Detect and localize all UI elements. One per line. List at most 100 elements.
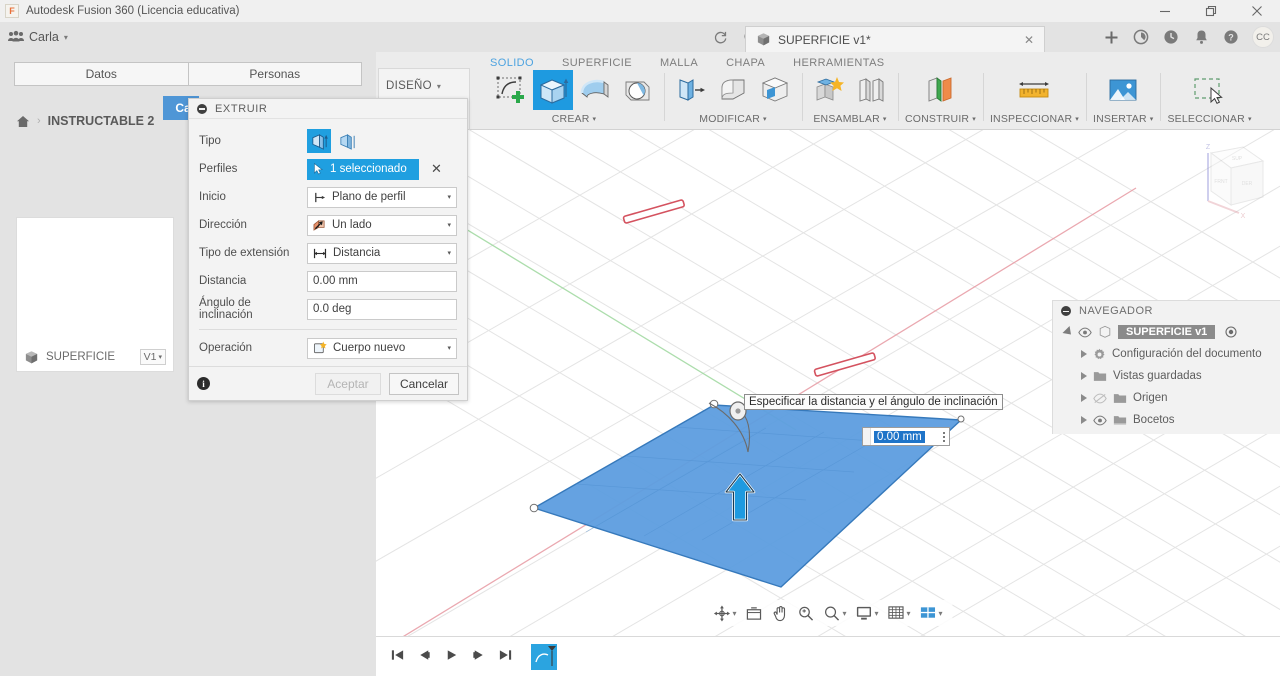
extrude-profile-icon[interactable] bbox=[307, 129, 331, 153]
collapse-icon[interactable] bbox=[197, 103, 207, 114]
navigator-item-superficie[interactable]: SUPERFICIE v1 bbox=[1053, 321, 1280, 343]
grid-snaps-icon[interactable]: ▾ bbox=[884, 605, 915, 621]
3d-viewport[interactable]: SUP FRNT DER Z X NAVEGADOR SUPERFICIE v1… bbox=[376, 130, 1280, 636]
expander-closed-icon[interactable] bbox=[1081, 372, 1087, 380]
job-status-icon[interactable] bbox=[1126, 22, 1156, 52]
view-front-icon[interactable] bbox=[741, 606, 766, 621]
chevron-down-icon: ▾ bbox=[592, 116, 597, 123]
distancia-input[interactable]: 0.00 mm bbox=[307, 270, 457, 292]
document-tab-superficie[interactable]: SUPERFICIE v1* ✕ bbox=[745, 26, 1045, 52]
orbit-icon[interactable]: ▾ bbox=[709, 604, 740, 622]
ribbon-group-ensamblar-label[interactable]: ENSAMBLAR ▾ bbox=[813, 113, 886, 125]
fillet-icon[interactable] bbox=[713, 70, 753, 110]
expander-closed-icon[interactable] bbox=[1081, 416, 1087, 424]
play-icon[interactable] bbox=[444, 648, 459, 665]
row-angulo: Ángulo de inclinación 0.0 deg bbox=[199, 295, 457, 323]
breadcrumb-project[interactable]: INSTRUCTABLE 2 bbox=[48, 114, 155, 128]
sweep-icon[interactable] bbox=[617, 70, 657, 110]
expander-closed-icon[interactable] bbox=[1081, 394, 1087, 402]
restore-icon[interactable] bbox=[1188, 0, 1234, 22]
more-options-icon[interactable] bbox=[938, 428, 950, 445]
recent-icon[interactable] bbox=[1156, 22, 1186, 52]
ribbon-group-insertar-label[interactable]: INSERTAR ▾ bbox=[1093, 113, 1153, 125]
collapse-icon[interactable] bbox=[1061, 306, 1071, 316]
tab-herramientas-label: HERRAMIENTAS bbox=[793, 57, 885, 69]
expander-open-icon[interactable] bbox=[1062, 325, 1075, 339]
shell-icon[interactable] bbox=[755, 70, 795, 110]
new-component-icon[interactable] bbox=[809, 70, 849, 110]
press-pull-icon[interactable] bbox=[671, 70, 711, 110]
timeline-feature-marker[interactable] bbox=[531, 643, 557, 670]
skip-end-icon[interactable] bbox=[498, 648, 513, 665]
tab-solido[interactable]: SOLIDO bbox=[476, 55, 548, 71]
inicio-dropdown[interactable]: Plano de perfil ▾ bbox=[307, 186, 457, 208]
navigator-item-configuracion[interactable]: Configuración del documento bbox=[1053, 343, 1280, 365]
construction-plane-icon[interactable] bbox=[920, 70, 960, 110]
tab-herramientas[interactable]: HERRAMIENTAS bbox=[779, 55, 898, 71]
extension-dropdown[interactable]: Distancia ▾ bbox=[307, 242, 457, 264]
close-icon[interactable]: ✕ bbox=[1024, 33, 1034, 47]
viewports-icon[interactable]: ▾ bbox=[916, 605, 947, 621]
distance-icon bbox=[313, 248, 327, 258]
aceptar-button[interactable]: Aceptar bbox=[314, 372, 381, 395]
help-icon[interactable]: ? bbox=[1216, 22, 1246, 52]
joint-icon[interactable] bbox=[851, 70, 891, 110]
expander-closed-icon[interactable] bbox=[1081, 350, 1087, 358]
eye-hidden-icon[interactable] bbox=[1093, 393, 1107, 404]
create-sketch-icon[interactable] bbox=[491, 70, 531, 110]
view-cube[interactable]: SUP FRNT DER Z X bbox=[1177, 135, 1272, 225]
minimize-icon[interactable] bbox=[1142, 0, 1188, 22]
ribbon-group-construir-label[interactable]: CONSTRUIR ▾ bbox=[905, 113, 976, 125]
add-tab-button[interactable] bbox=[1096, 22, 1126, 52]
ribbon-group-crear-label[interactable]: CREAR ▾ bbox=[552, 113, 596, 125]
navigator-item-origen[interactable]: Origen bbox=[1053, 387, 1280, 409]
row-distancia: Distancia 0.00 mm bbox=[199, 267, 457, 295]
clear-selection-icon[interactable]: ✕ bbox=[431, 161, 442, 177]
close-icon[interactable] bbox=[1234, 0, 1280, 22]
revolve-icon[interactable] bbox=[575, 70, 615, 110]
tab-malla[interactable]: MALLA bbox=[646, 55, 712, 71]
zoom-icon[interactable] bbox=[793, 605, 818, 622]
angulo-input[interactable]: 0.0 deg bbox=[307, 298, 457, 320]
tab-datos[interactable]: Datos bbox=[14, 62, 189, 86]
extrude-icon[interactable] bbox=[533, 70, 573, 110]
direccion-dropdown[interactable]: Un lado ▾ bbox=[307, 214, 457, 236]
tab-chapa[interactable]: CHAPA bbox=[712, 55, 779, 71]
step-forward-icon[interactable] bbox=[471, 648, 486, 665]
eye-visible-icon[interactable] bbox=[1078, 327, 1092, 338]
cancelar-button[interactable]: Cancelar bbox=[388, 372, 459, 395]
measure-icon[interactable] bbox=[1014, 70, 1054, 110]
extrude-edge-icon[interactable] bbox=[335, 129, 359, 153]
file-card-version[interactable]: V1 ▾ bbox=[139, 349, 166, 365]
radio-icon[interactable] bbox=[1225, 326, 1237, 338]
distance-input-field[interactable]: 0.00 mm bbox=[862, 427, 950, 446]
tab-superficie[interactable]: SUPERFICIE bbox=[548, 55, 646, 71]
team-name: Carla bbox=[29, 30, 59, 44]
solid-body-icon bbox=[757, 33, 770, 46]
drag-grip[interactable] bbox=[863, 428, 871, 445]
application-bar: Carla ▾ ? CC bbox=[0, 22, 1280, 52]
perfiles-selection[interactable]: 1 seleccionado bbox=[307, 158, 419, 180]
ribbon-group-seleccionar-label[interactable]: SELECCIONAR ▾ bbox=[1167, 113, 1251, 125]
step-back-icon[interactable] bbox=[417, 648, 432, 665]
skip-start-icon[interactable] bbox=[390, 648, 405, 665]
avatar[interactable]: CC bbox=[1246, 22, 1280, 52]
selection-tool-icon[interactable] bbox=[1190, 70, 1230, 110]
ribbon-group-inspeccionar-label[interactable]: INSPECCIONAR ▾ bbox=[990, 113, 1079, 125]
display-settings-icon[interactable]: ▾ bbox=[851, 605, 882, 621]
eye-visible-icon[interactable] bbox=[1093, 415, 1107, 426]
navigator-item-bocetos[interactable]: Bocetos bbox=[1053, 409, 1280, 431]
refresh-icon[interactable] bbox=[706, 22, 736, 52]
file-card-superficie[interactable]: SUPERFICIE V1 ▾ bbox=[16, 217, 174, 372]
insert-image-icon[interactable] bbox=[1103, 70, 1143, 110]
tab-personas[interactable]: Personas bbox=[188, 62, 362, 86]
pan-icon[interactable] bbox=[767, 605, 792, 622]
info-icon[interactable]: i bbox=[197, 377, 210, 390]
ribbon-group-modificar-label[interactable]: MODIFICAR ▾ bbox=[699, 113, 766, 125]
navigator-item-vistas-guardadas[interactable]: Vistas guardadas bbox=[1053, 365, 1280, 387]
workspace-selector[interactable]: DISEÑO ▾ bbox=[386, 80, 441, 92]
notifications-icon[interactable] bbox=[1186, 22, 1216, 52]
team-selector[interactable]: Carla ▾ bbox=[0, 22, 76, 52]
zoom-window-icon[interactable]: ▾ bbox=[819, 605, 850, 622]
operacion-dropdown[interactable]: Cuerpo nuevo ▾ bbox=[307, 337, 457, 359]
